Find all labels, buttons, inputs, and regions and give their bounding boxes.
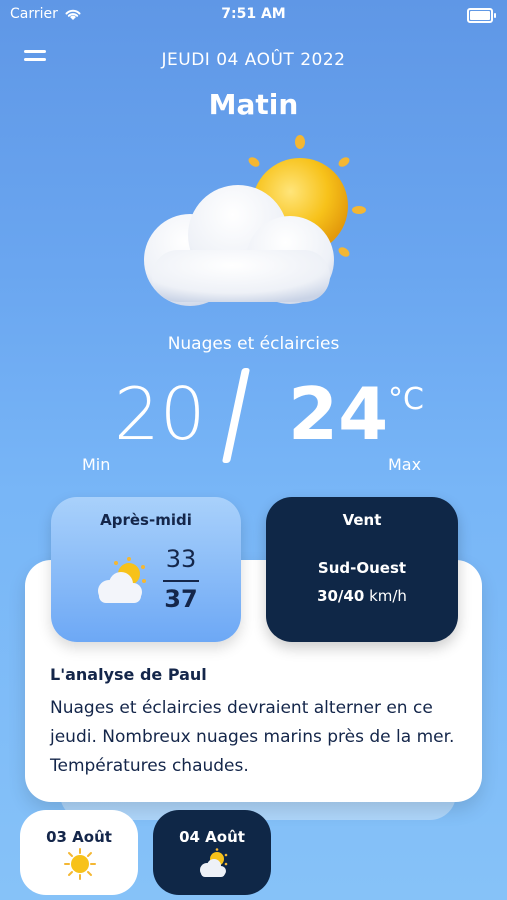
- analysis-title: L'analyse de Paul: [50, 665, 207, 684]
- temp-min: 20: [114, 372, 206, 456]
- wind-speed-row: 30/40 km/h: [266, 587, 458, 605]
- status-bar: Carrier 7:51 AM: [0, 0, 507, 28]
- sun-icon: [64, 848, 96, 880]
- min-label: Min: [82, 455, 111, 474]
- battery-icon: [467, 8, 496, 23]
- analysis-text: Nuages et éclaircies devraient alterner …: [50, 698, 455, 776]
- max-label: Max: [388, 455, 422, 474]
- sun-behind-cloud-icon: [200, 848, 228, 877]
- sun-behind-cloud-icon: [144, 135, 366, 306]
- day-label: 04 Août: [179, 828, 245, 846]
- wind-unit: km/h: [369, 587, 407, 605]
- condition-label: Nuages et éclaircies: [167, 334, 340, 354]
- temp-divider: [221, 368, 251, 463]
- afternoon-min: 33: [165, 545, 197, 573]
- afternoon-title: Après-midi: [100, 511, 192, 529]
- wind-title: Vent: [342, 511, 382, 529]
- period-title: Matin: [208, 88, 299, 121]
- day-card-04[interactable]: 04 Août: [153, 810, 271, 895]
- temp-max: 24: [288, 372, 389, 456]
- wind-speed: 30/40: [317, 587, 365, 605]
- afternoon-card[interactable]: Après-midi 33 37: [51, 497, 241, 642]
- day-label: 03 Août: [46, 828, 112, 846]
- afternoon-max: 37: [164, 585, 198, 613]
- wind-card[interactable]: Vent Sud-Ouest 30/40 km/h: [266, 497, 458, 642]
- day-card-03[interactable]: 03 Août: [20, 810, 138, 895]
- date-label: JEUDI 04 AOÛT 2022: [161, 50, 346, 70]
- afternoon-divider: [163, 580, 199, 582]
- sun-behind-cloud-icon: [98, 557, 146, 603]
- wind-direction: Sud-Ouest: [317, 559, 407, 577]
- temp-unit: °C: [388, 382, 424, 417]
- status-time: 7:51 AM: [221, 6, 286, 22]
